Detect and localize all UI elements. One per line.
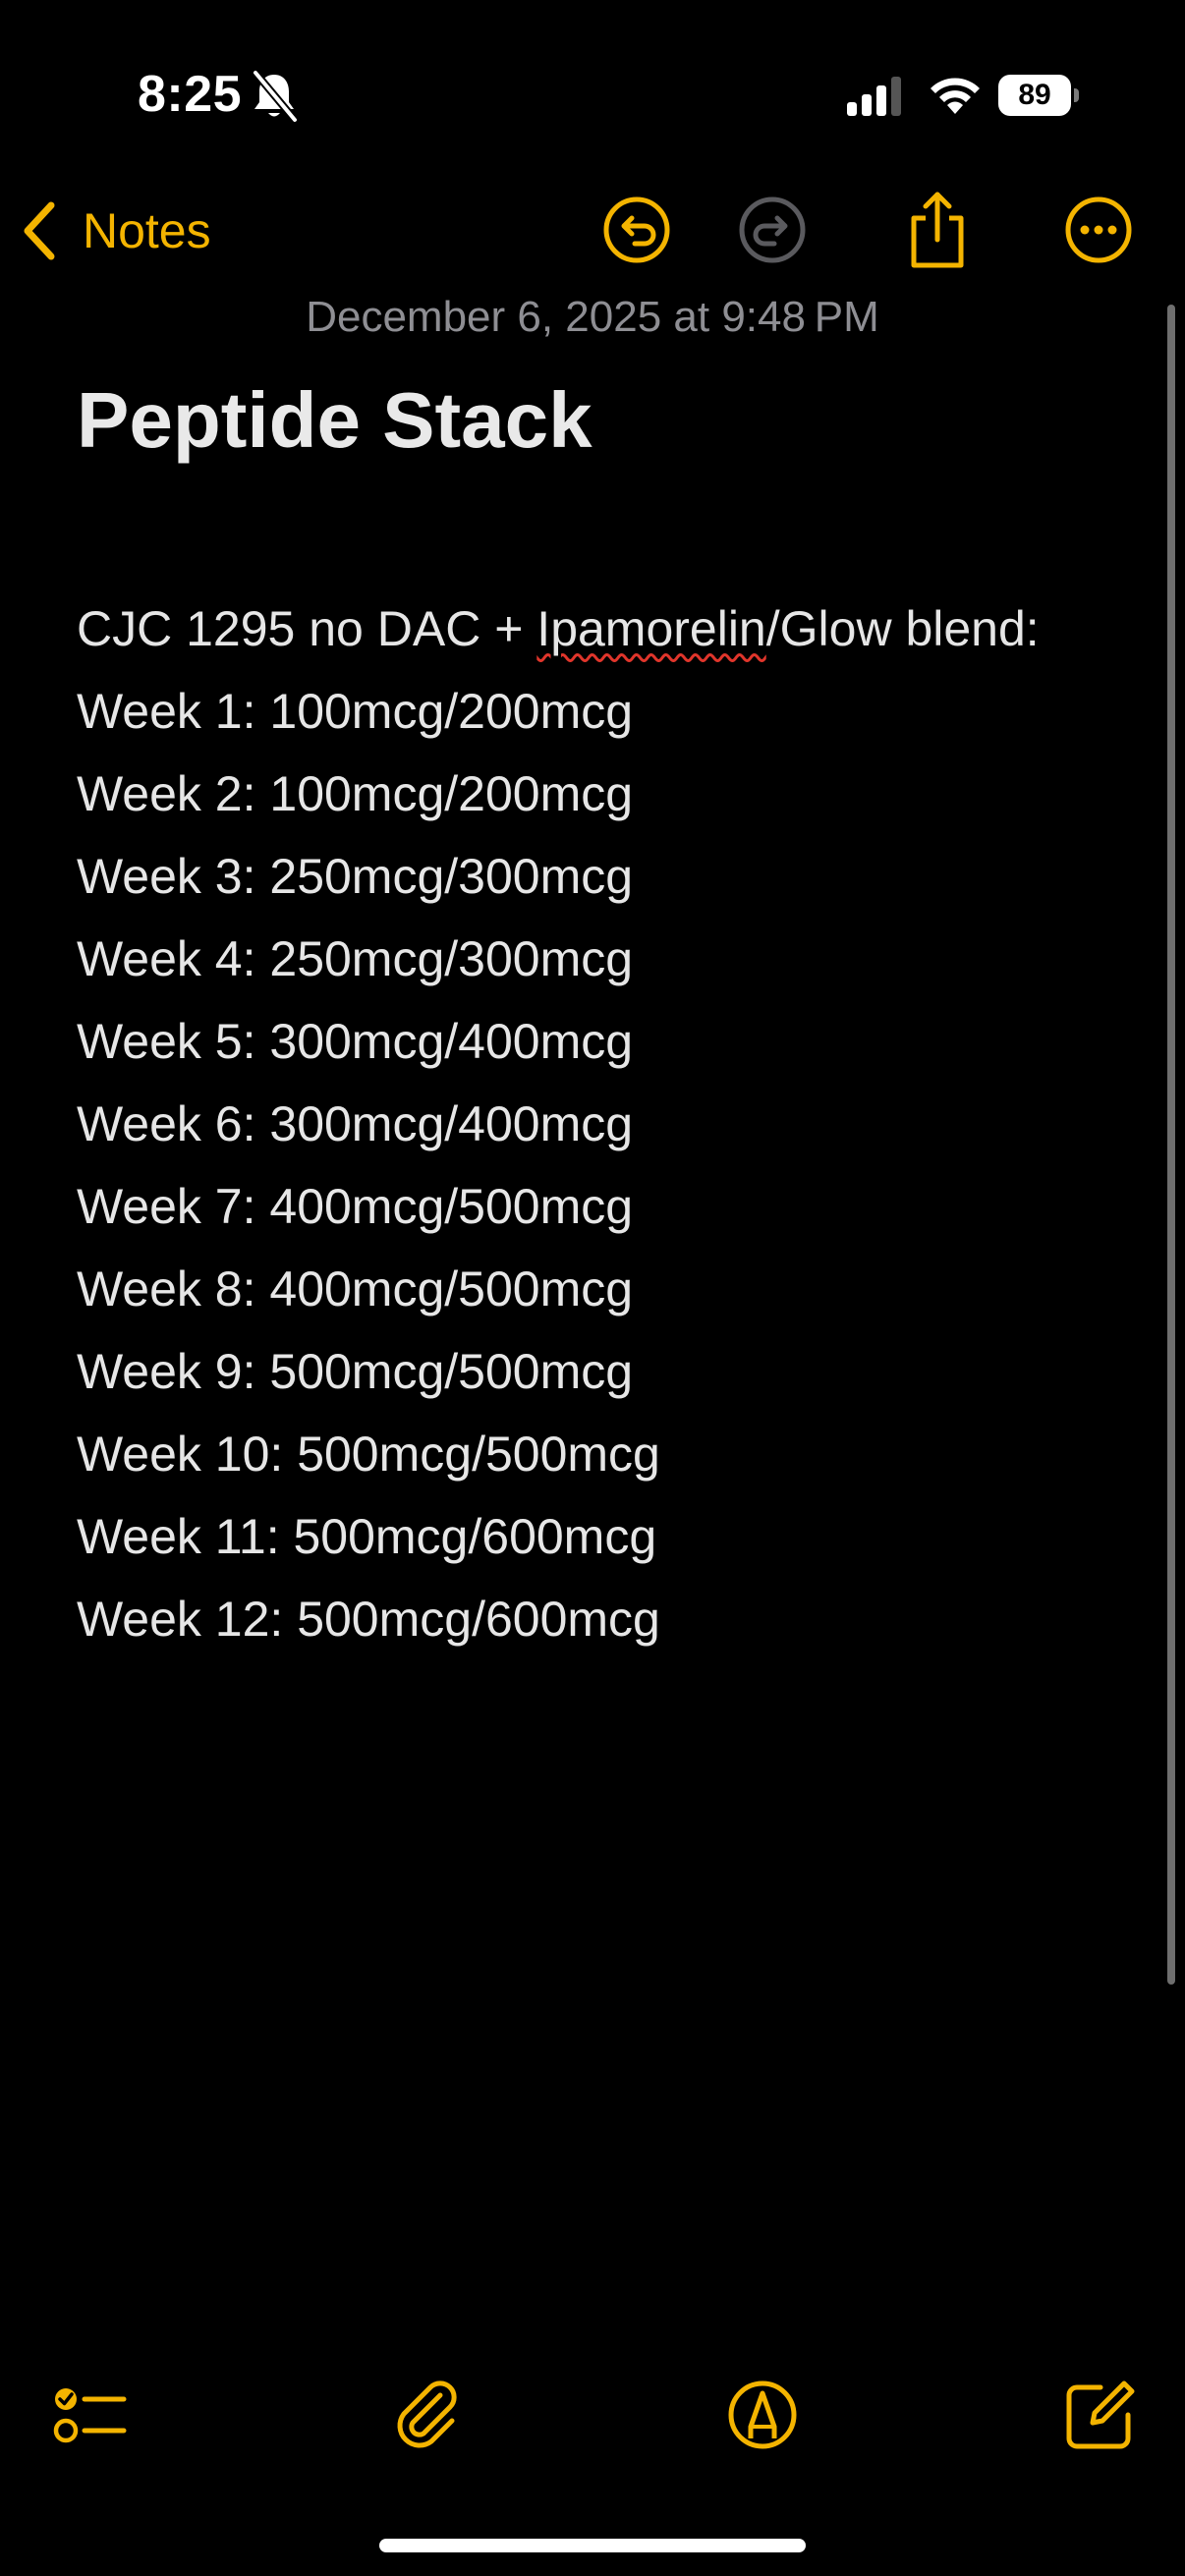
redo-icon[interactable] [737,195,808,265]
back-label: Notes [83,203,211,258]
undo-icon[interactable] [601,195,672,265]
back-to-notes-button[interactable]: Notes [22,196,211,265]
note-line-week-1[interactable]: Week 1: 100mcg/200mcg [77,670,1040,753]
more-icon[interactable] [1063,195,1134,265]
scrollbar[interactable] [1167,305,1175,1985]
share-icon[interactable] [902,189,973,271]
note-intro-line[interactable]: CJC 1295 no DAC + Ipamorelin/Glow blend: [77,588,1040,670]
silent-mode-bell-icon [252,70,299,123]
chevron-left-icon [24,201,55,260]
wifi-icon [931,78,980,114]
home-indicator[interactable] [379,2539,806,2552]
battery-percentage: 89 [1018,79,1051,111]
note-body[interactable]: CJC 1295 no DAC + Ipamorelin/Glow blend:… [77,588,1040,1660]
note-line-week-2[interactable]: Week 2: 100mcg/200mcg [77,753,1040,835]
checklist-icon[interactable] [53,2378,128,2452]
note-line-week-11[interactable]: Week 11: 500mcg/600mcg [77,1495,1040,1578]
attachment-icon[interactable] [391,2378,466,2452]
note-title[interactable]: Peptide Stack [77,375,592,466]
status-time: 8:25 [138,66,243,123]
intro-text-after: /Glow blend: [765,601,1040,656]
note-line-week-7[interactable]: Week 7: 400mcg/500mcg [77,1165,1040,1248]
battery-indicator: 89 [998,75,1079,116]
compose-icon[interactable] [1063,2378,1138,2452]
misspelled-word[interactable]: Ipamorelin [536,601,765,656]
note-line-week-4[interactable]: Week 4: 250mcg/300mcg [77,918,1040,1000]
note-line-week-6[interactable]: Week 6: 300mcg/400mcg [77,1083,1040,1165]
note-line-week-8[interactable]: Week 8: 400mcg/500mcg [77,1248,1040,1330]
cellular-signal-icon [847,77,901,116]
markup-icon[interactable] [725,2378,800,2452]
note-date: December 6, 2025 at 9:48 PM [306,293,879,341]
note-line-week-5[interactable]: Week 5: 300mcg/400mcg [77,1000,1040,1083]
note-line-week-9[interactable]: Week 9: 500mcg/500mcg [77,1330,1040,1413]
intro-text-before: CJC 1295 no DAC + [77,601,537,656]
note-line-week-3[interactable]: Week 3: 250mcg/300mcg [77,835,1040,918]
note-line-week-10[interactable]: Week 10: 500mcg/500mcg [77,1413,1040,1495]
note-line-week-12[interactable]: Week 12: 500mcg/600mcg [77,1578,1040,1660]
